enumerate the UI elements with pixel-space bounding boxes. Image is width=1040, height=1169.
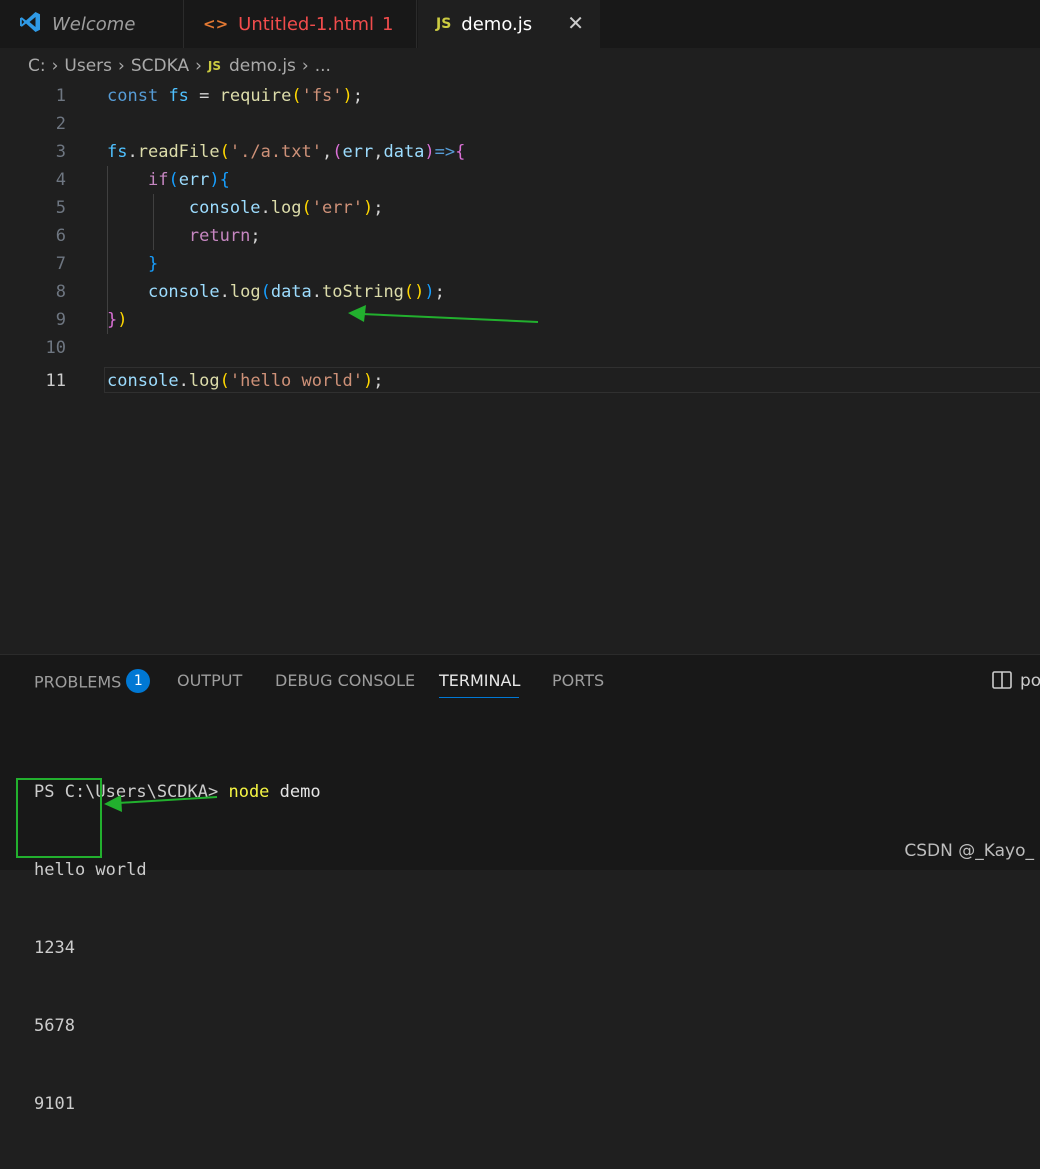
chevron-right-icon: › bbox=[301, 56, 309, 76]
split-terminal-icon[interactable] bbox=[992, 671, 1012, 689]
code-text: console.log(data.toString()); bbox=[147, 282, 445, 302]
line-number-active: 11 bbox=[45, 371, 66, 391]
breadcrumb: C: › Users › SCDKA › JS demo.js › ... bbox=[28, 53, 331, 79]
tab-ports[interactable]: PORTS bbox=[552, 671, 604, 690]
line-number: 9 bbox=[55, 310, 66, 330]
code-line-3[interactable]: 3 fs.readFile('./a.txt',(err,data)=>{ bbox=[0, 138, 1040, 166]
watermark: CSDN @_Kayo_ bbox=[904, 841, 1034, 861]
tab-demo-label: demo.js bbox=[461, 13, 533, 35]
terminal-line: 9101 bbox=[34, 1094, 75, 1114]
code-line-2[interactable]: 2 bbox=[0, 110, 1040, 138]
bottom-panel: PROBLEMS 1 OUTPUT DEBUG CONSOLE TERMINAL … bbox=[0, 654, 1040, 1114]
html-file-icon: <> bbox=[203, 15, 229, 33]
tab-untitled-html[interactable]: <> Untitled-1.html 1 bbox=[185, 0, 417, 48]
breadcrumb-more[interactable]: ... bbox=[315, 56, 331, 76]
code-line-10[interactable]: 10 bbox=[0, 334, 1040, 362]
terminal-line: 5678 bbox=[34, 1016, 75, 1036]
line-number: 7 bbox=[55, 254, 66, 274]
breadcrumb-drive[interactable]: C: bbox=[28, 56, 46, 76]
chevron-right-icon: › bbox=[51, 56, 59, 76]
code-line-5[interactable]: 5 console.log('err'); bbox=[0, 194, 1040, 222]
code-editor[interactable]: 1 const fs = require('fs'); 2 3 fs.readF… bbox=[0, 82, 1040, 654]
terminal-command: node bbox=[228, 782, 270, 802]
line-number: 8 bbox=[55, 282, 66, 302]
code-line-9[interactable]: 9 }) bbox=[0, 306, 1040, 334]
breadcrumb-file[interactable]: demo.js bbox=[229, 56, 296, 76]
code-line-11[interactable]: 11 console.log('hello world'); bbox=[0, 367, 1040, 395]
terminal-line: hello world bbox=[34, 860, 147, 880]
breadcrumb-user[interactable]: SCDKA bbox=[131, 56, 189, 76]
code-text: if(err){ bbox=[147, 170, 230, 190]
code-text: fs.readFile('./a.txt',(err,data)=>{ bbox=[107, 142, 466, 162]
js-file-icon: JS bbox=[436, 16, 452, 32]
code-text: } bbox=[147, 254, 159, 274]
code-line-7[interactable]: 7 } bbox=[0, 250, 1040, 278]
line-number: 6 bbox=[55, 226, 66, 246]
close-icon[interactable]: ✕ bbox=[567, 11, 584, 35]
code-text: }) bbox=[107, 310, 128, 330]
line-number: 10 bbox=[45, 338, 66, 358]
code-text: return; bbox=[188, 226, 261, 246]
code-text: const fs = require('fs'); bbox=[107, 86, 364, 106]
line-number: 1 bbox=[55, 86, 66, 106]
tab-untitled-label: Untitled-1.html bbox=[238, 13, 375, 35]
code-line-4[interactable]: 4 if(err){ bbox=[0, 166, 1040, 194]
tab-welcome[interactable]: Welcome bbox=[0, 0, 184, 48]
line-number: 3 bbox=[55, 142, 66, 162]
problems-count-badge: 1 bbox=[126, 669, 151, 693]
tab-terminal[interactable]: TERMINAL bbox=[439, 671, 520, 690]
code-line-8[interactable]: 8 console.log(data.toString()); bbox=[0, 278, 1040, 306]
line-number: 5 bbox=[55, 198, 66, 218]
code-text: console.log('hello world'); bbox=[107, 371, 384, 391]
chevron-right-icon: › bbox=[195, 56, 202, 76]
tab-bar: Welcome <> Untitled-1.html 1 JS demo.js … bbox=[0, 0, 1040, 48]
active-tab-indicator bbox=[439, 697, 519, 698]
vscode-logo-icon bbox=[18, 10, 42, 39]
tab-welcome-label: Welcome bbox=[52, 13, 136, 35]
terminal-profile-label[interactable]: po bbox=[1020, 671, 1040, 691]
line-number: 4 bbox=[55, 170, 66, 190]
breadcrumb-users[interactable]: Users bbox=[64, 56, 112, 76]
tab-output[interactable]: OUTPUT bbox=[177, 671, 242, 690]
tab-problems-label: PROBLEMS bbox=[34, 672, 122, 692]
js-file-icon: JS bbox=[207, 59, 221, 73]
tab-debug-console[interactable]: DEBUG CONSOLE bbox=[275, 671, 415, 690]
terminal-line: 1234 bbox=[34, 938, 75, 958]
panel-tabs: PROBLEMS 1 OUTPUT DEBUG CONSOLE TERMINAL … bbox=[0, 655, 1040, 707]
tab-demo-js[interactable]: JS demo.js ✕ bbox=[418, 0, 600, 48]
code-text: console.log('err'); bbox=[188, 198, 384, 218]
code-line-1[interactable]: 1 const fs = require('fs'); bbox=[0, 82, 1040, 110]
tab-problems[interactable]: PROBLEMS 1 bbox=[34, 669, 151, 695]
chevron-right-icon: › bbox=[118, 56, 125, 76]
annotation-box bbox=[16, 778, 102, 858]
line-number: 2 bbox=[55, 114, 66, 134]
tab-problem-count: 1 bbox=[382, 13, 394, 35]
code-line-6[interactable]: 6 return; bbox=[0, 222, 1040, 250]
terminal-arg: demo bbox=[269, 782, 321, 802]
